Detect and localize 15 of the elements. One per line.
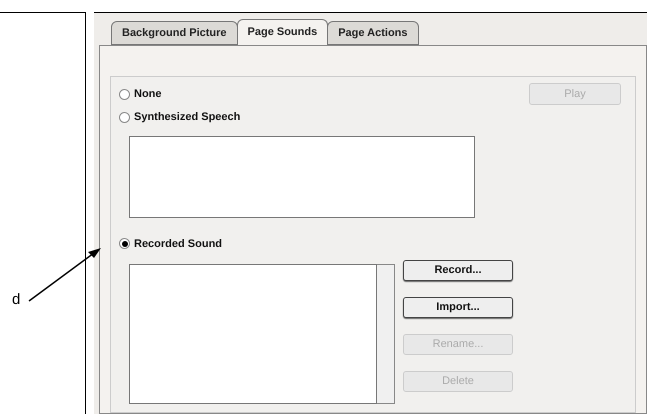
tab[interactable]: Page Sounds [236,19,328,45]
radio-button[interactable] [119,112,130,123]
scroll-bar[interactable] [377,264,395,404]
speech-text-area[interactable] [129,136,475,218]
push-button[interactable]: Import... [403,297,513,318]
radio-button[interactable] [119,88,130,100]
callout-letter: d [12,290,20,310]
radio-label[interactable]: Synthesized Speech [134,109,240,126]
push-button[interactable]: Record... [403,260,513,281]
radio-button[interactable] [119,238,130,250]
sound-list[interactable] [129,264,377,404]
radio-label[interactable]: Recorded Sound [134,236,222,252]
tab[interactable]: Background Picture [111,21,238,45]
radio-label[interactable]: None [134,86,162,102]
tab[interactable]: Page Actions [327,21,418,45]
